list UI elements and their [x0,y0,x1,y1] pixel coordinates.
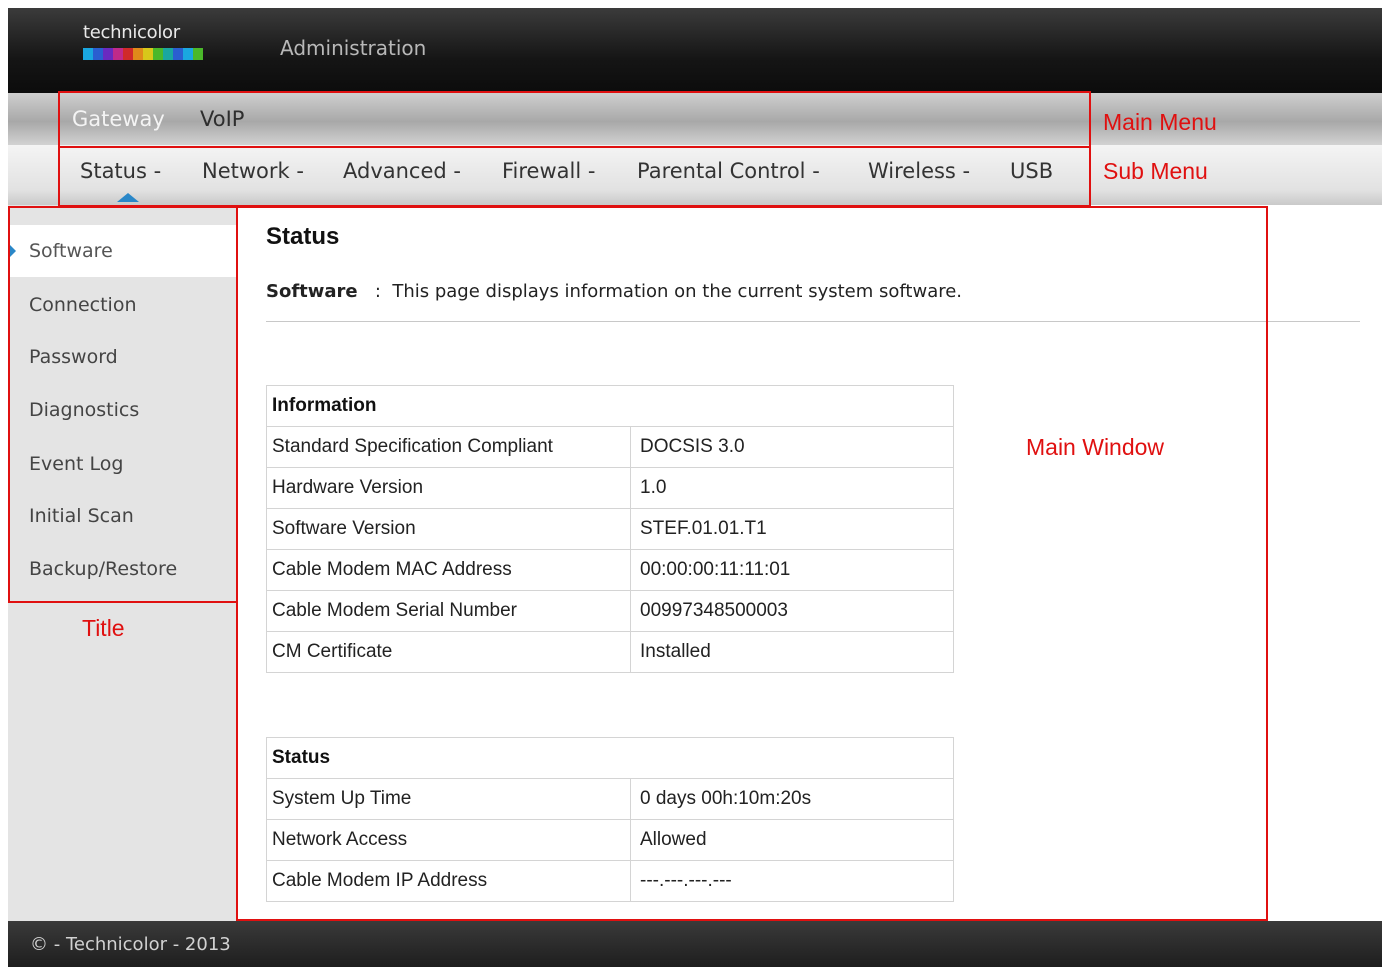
page-description: Software : This page displays informatio… [266,281,962,302]
row-value: STEF.01.01.T1 [630,508,954,550]
table-row: Cable Modem IP Address ---.---.---.--- [266,860,954,902]
row-label: Hardware Version [266,467,631,509]
description-label: Software [266,281,358,302]
sidebar-item-backup-restore[interactable]: Backup/Restore [8,543,236,595]
row-value: 00997348500003 [630,590,954,632]
active-caret-icon [117,193,139,202]
row-label: Software Version [266,508,631,550]
information-table: Information Standard Specification Compl… [266,385,954,673]
main-menu-gateway[interactable]: Gateway [72,107,165,131]
row-value: 00:00:00:11:11:01 [630,549,954,591]
app-window: technicolor Administration Gateway VoIP [8,8,1382,967]
table-row: Hardware Version 1.0 [266,467,954,509]
row-label: Network Access [266,819,631,861]
top-header: technicolor Administration [8,8,1382,93]
table-row: System Up Time 0 days 00h:10m:20s [266,778,954,820]
sub-menu-annotation: Sub Menu [1103,158,1208,184]
table-row: Standard Specification Compliant DOCSIS … [266,426,954,468]
sub-menu-status[interactable]: Status - [80,159,161,183]
row-value: ---.---.---.--- [630,860,954,902]
table-header-row: Status [266,737,954,779]
sidebar-item-connection[interactable]: Connection [8,279,236,331]
technicolor-logo: technicolor [83,22,203,70]
table-row: Cable Modem Serial Number 00997348500003 [266,590,954,632]
sidebar-item-diagnostics[interactable]: Diagnostics [8,384,236,436]
logo-text: technicolor [83,22,180,43]
sub-menu-wireless[interactable]: Wireless - [868,159,970,183]
logo-color-bars [83,48,203,60]
sidebar-item-label: Software [29,240,113,262]
sidebar-item-initial-scan[interactable]: Initial Scan [8,490,236,542]
divider [266,321,1360,322]
sub-menu-firewall[interactable]: Firewall - [502,159,595,183]
description-text: This page displays information on the cu… [392,281,963,302]
table-row: Network Access Allowed [266,819,954,861]
row-label: Standard Specification Compliant [266,426,631,468]
app-title: Administration [280,36,427,60]
page-title: Status [266,223,340,250]
information-header: Information [266,385,954,427]
row-label: Cable Modem Serial Number [266,590,631,632]
description-separator: : [374,281,381,302]
sidebar-item-event-log[interactable]: Event Log [8,438,236,490]
title-annotation: Title [82,615,125,641]
table-row: Cable Modem MAC Address 00:00:00:11:11:0… [266,549,954,591]
footer: © - Technicolor - 2013 [8,921,1382,967]
status-table: Status System Up Time 0 days 00h:10m:20s… [266,737,954,902]
main-content: Status Software : This page displays inf… [236,205,1382,921]
row-value: 1.0 [630,467,954,509]
sub-menu-network[interactable]: Network - [202,159,304,183]
table-row: Software Version STEF.01.01.T1 [266,508,954,550]
table-row: CM Certificate Installed [266,631,954,673]
sub-menu-advanced[interactable]: Advanced - [343,159,461,183]
sidebar-item-software[interactable]: Software [8,225,236,277]
row-label: Cable Modem IP Address [266,860,631,902]
sidebar: Software Connection Password Diagnostics… [8,205,236,921]
main-menu-voip[interactable]: VoIP [200,107,244,131]
active-arrow-icon [9,244,16,258]
row-value: 0 days 00h:10m:20s [630,778,954,820]
sub-menu-usb[interactable]: USB [1010,159,1053,183]
row-label: Cable Modem MAC Address [266,549,631,591]
row-label: CM Certificate [266,631,631,673]
table-header-row: Information [266,385,954,427]
sidebar-item-password[interactable]: Password [8,331,236,383]
row-value: Allowed [630,819,954,861]
row-value: Installed [630,631,954,673]
copyright-text: © - Technicolor - 2013 [30,934,231,955]
row-value: DOCSIS 3.0 [630,426,954,468]
row-label: System Up Time [266,778,631,820]
main-menu-annotation: Main Menu [1103,109,1217,135]
status-header: Status [266,737,954,779]
sub-menu-parental-control[interactable]: Parental Control - [637,159,820,183]
main-window-annotation: Main Window [1026,434,1165,460]
